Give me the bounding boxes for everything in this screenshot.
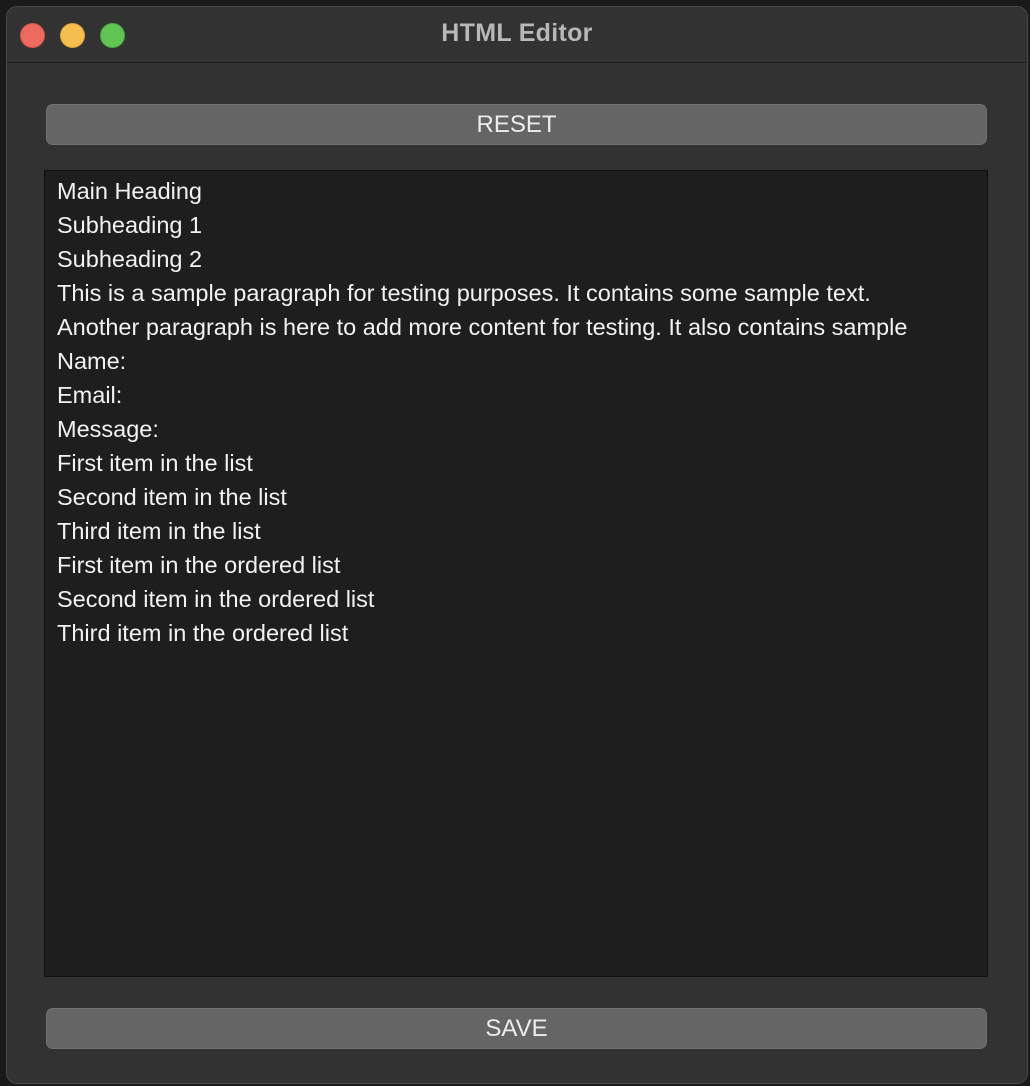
editor-line: Subheading 2: [57, 246, 203, 272]
editor-line: Third item in the list: [57, 518, 261, 544]
reset-button[interactable]: RESET: [46, 104, 987, 145]
app-window: HTML Editor RESET Main Heading Subheadin…: [6, 6, 1028, 1084]
editor-line: First item in the ordered list: [57, 552, 341, 578]
editor-line: Third item in the ordered list: [57, 620, 349, 646]
editor-line: Another paragraph is here to add more co…: [57, 314, 908, 340]
editor-line: Message:: [57, 416, 159, 442]
editor-line: Subheading 1: [57, 212, 203, 238]
editor-line: This is a sample paragraph for testing p…: [57, 280, 871, 306]
editor-line: Second item in the list: [57, 484, 287, 510]
editor-line: Name:: [57, 348, 127, 374]
editor-line: First item in the list: [57, 450, 253, 476]
window-title: HTML Editor: [441, 19, 593, 47]
save-button[interactable]: SAVE: [46, 1008, 987, 1049]
editor-line: Second item in the ordered list: [57, 586, 375, 612]
html-editor-textarea[interactable]: Main Heading Subheading 1 Subheading 2 T…: [44, 170, 988, 977]
title-bar: HTML Editor: [7, 7, 1027, 63]
editor-line: Main Heading: [57, 178, 203, 204]
editor-line: Email:: [57, 382, 123, 408]
